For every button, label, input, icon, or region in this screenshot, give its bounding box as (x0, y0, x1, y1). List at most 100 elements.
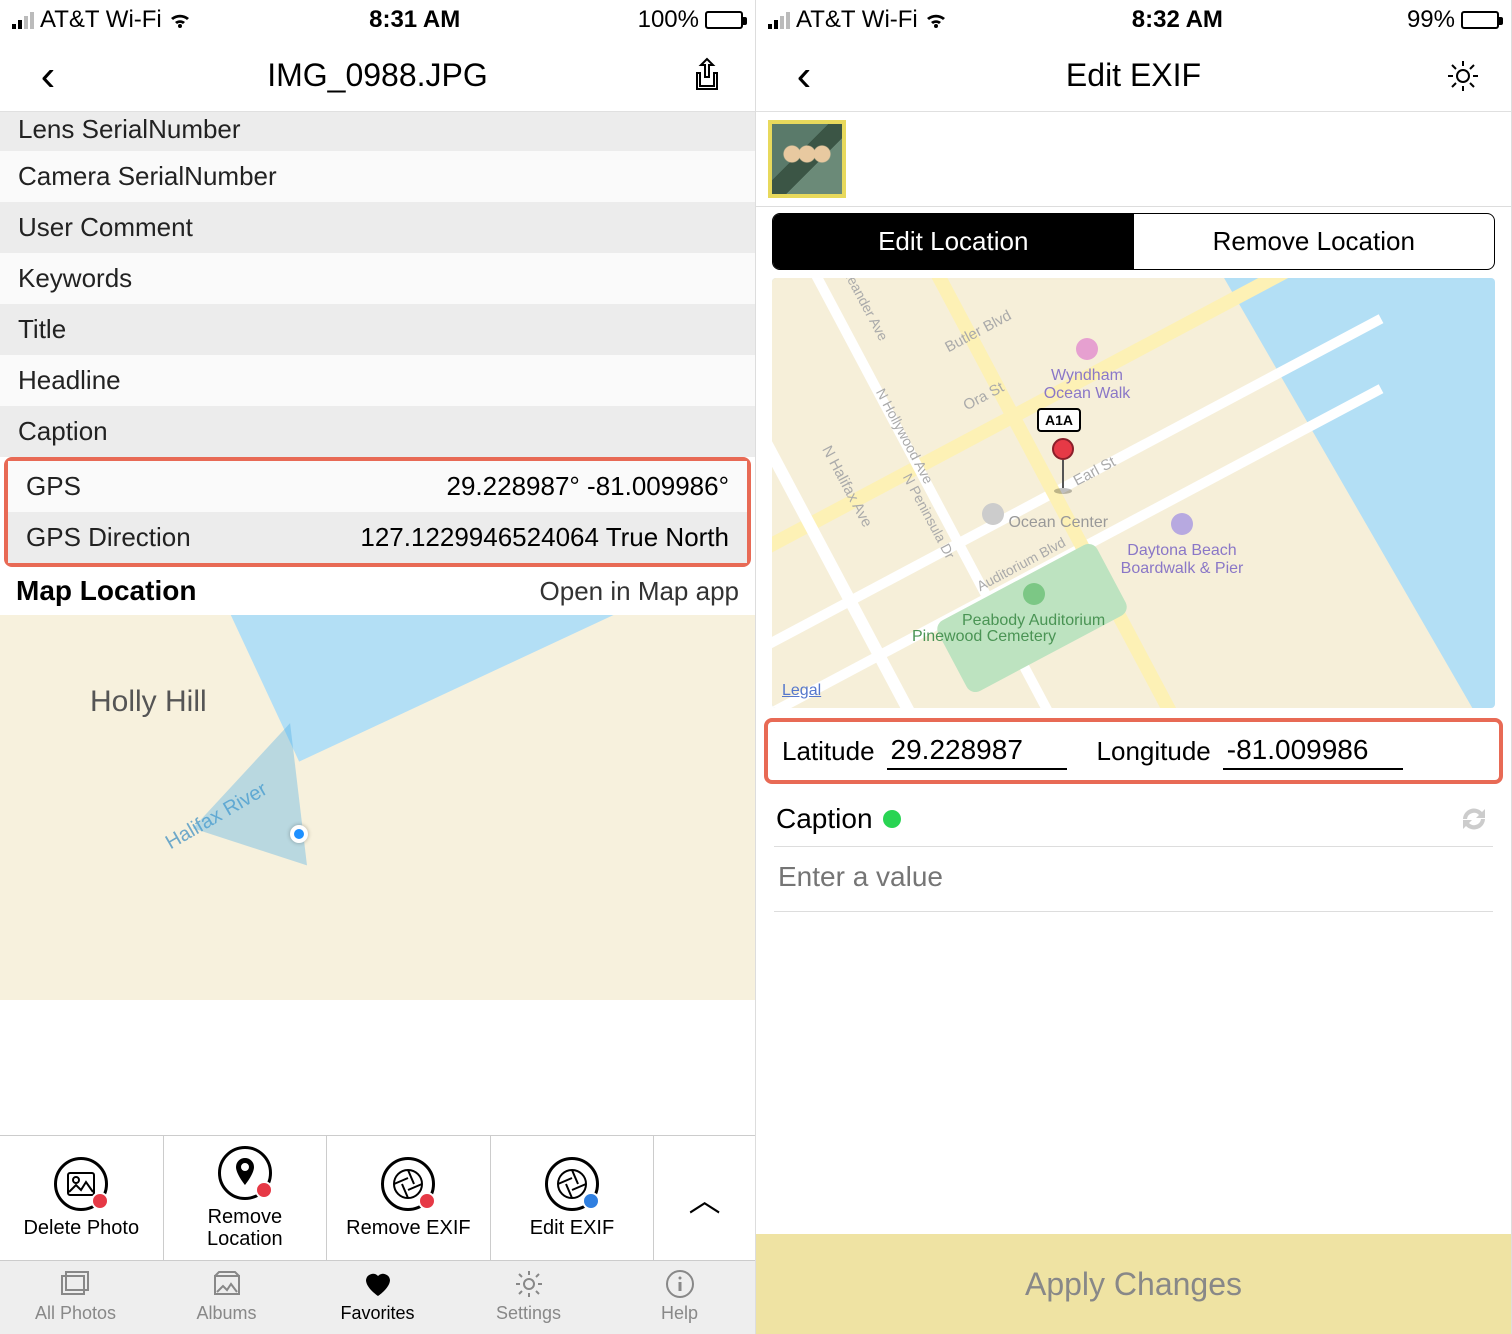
refresh-button[interactable] (1457, 802, 1491, 836)
carrier-label: AT&T Wi-Fi (40, 6, 162, 34)
row-camera-serial[interactable]: Camera SerialNumber (0, 151, 755, 202)
remove-exif-button[interactable]: Remove EXIF (327, 1136, 491, 1260)
poi-boardwalk: Daytona Beach Boardwalk & Pier (1117, 513, 1247, 578)
aperture-icon (545, 1157, 599, 1211)
cellular-signal-icon (768, 11, 790, 29)
share-icon (691, 57, 723, 95)
chevron-up-icon: ︿ (689, 1175, 721, 1221)
album-icon (210, 1269, 244, 1299)
row-gps-direction[interactable]: GPS Direction 127.1229946524064 True Nor… (8, 512, 747, 563)
gps-highlight-box: GPS 29.228987° -81.009986° GPS Direction… (4, 457, 751, 567)
tab-favorites[interactable]: Favorites (302, 1261, 453, 1334)
screen-image-detail: AT&T Wi-Fi 8:31 AM 100% ‹ IMG_0988.JPG L… (0, 0, 756, 1334)
map-location-title: Map Location (16, 575, 196, 607)
map-view[interactable]: Holly Hill Halifax River (0, 615, 755, 1000)
latitude-label: Latitude (782, 736, 875, 767)
gear-icon (1445, 58, 1481, 94)
apply-changes-button[interactable]: Apply Changes (756, 1234, 1511, 1334)
longitude-input[interactable] (1223, 732, 1403, 770)
row-keywords[interactable]: Keywords (0, 253, 755, 304)
row-user-comment[interactable]: User Comment (0, 202, 755, 253)
map-label-holly-hill: Holly Hill (90, 685, 207, 719)
row-title[interactable]: Title (0, 304, 755, 355)
row-gps[interactable]: GPS 29.228987° -81.009986° (8, 461, 747, 512)
lat-lng-highlight-box: Latitude Longitude (764, 718, 1503, 784)
refresh-icon (1457, 802, 1491, 836)
exif-list: Lens SerialNumber Camera SerialNumber Us… (0, 112, 755, 1135)
user-location-dot-icon (290, 825, 308, 843)
clock: 8:32 AM (1132, 6, 1223, 34)
status-bar: AT&T Wi-Fi 8:32 AM 99% (756, 0, 1511, 40)
back-button[interactable]: ‹ (774, 51, 834, 101)
battery-percent: 99% (1407, 6, 1455, 34)
poi-ocean-center: Ocean Center (982, 503, 1108, 532)
row-headline[interactable]: Headline (0, 355, 755, 406)
chevron-left-icon: ‹ (41, 51, 56, 101)
location-segmented-control: Edit Location Remove Location (772, 213, 1495, 270)
minus-badge-icon (91, 1192, 109, 1210)
row-caption[interactable]: Caption (0, 406, 755, 457)
latitude-input[interactable] (887, 732, 1067, 770)
open-in-maps-button[interactable]: Open in Map app (540, 576, 739, 607)
photo-thumbnail[interactable] (768, 120, 846, 198)
remove-location-button[interactable]: Remove Location (164, 1136, 328, 1260)
cellular-signal-icon (12, 11, 34, 29)
map-legal-link[interactable]: Legal (782, 682, 821, 700)
segment-edit-location[interactable]: Edit Location (773, 214, 1134, 269)
caption-input[interactable] (778, 861, 1489, 893)
edit-badge-icon (582, 1192, 600, 1210)
chevron-left-icon: ‹ (797, 51, 812, 101)
heart-icon (361, 1269, 395, 1299)
segment-remove-location[interactable]: Remove Location (1134, 214, 1495, 269)
stack-icon (59, 1269, 93, 1299)
tab-albums[interactable]: Albums (151, 1261, 302, 1334)
edit-location-map[interactable]: A1A Wyndham Ocean Walk Ocean Center Dayt… (772, 278, 1495, 708)
tab-settings[interactable]: Settings (453, 1261, 604, 1334)
longitude-label: Longitude (1097, 736, 1211, 767)
gps-direction-label: GPS Direction (26, 522, 191, 553)
pin-icon (218, 1146, 272, 1200)
status-dot-icon (883, 810, 901, 828)
delete-photo-button[interactable]: Delete Photo (0, 1136, 164, 1260)
action-toolbar: Delete Photo Remove Location Remove EXIF… (0, 1135, 755, 1260)
back-button[interactable]: ‹ (18, 51, 78, 101)
selected-photos-row (756, 112, 1511, 207)
expand-toolbar-button[interactable]: ︿ (654, 1136, 755, 1260)
gps-label: GPS (26, 471, 81, 502)
gps-direction-value: 127.1229946524064 True North (360, 522, 729, 553)
minus-badge-icon (255, 1181, 273, 1199)
poi-pinewood: Pinewood Cemetery (912, 628, 1056, 646)
clock: 8:31 AM (369, 6, 460, 34)
screen-edit-exif: AT&T Wi-Fi 8:32 AM 99% ‹ Edit EXIF Edit … (756, 0, 1512, 1334)
caption-field-row (774, 846, 1493, 912)
status-bar: AT&T Wi-Fi 8:31 AM 100% (0, 0, 755, 40)
gps-value: 29.228987° -81.009986° (447, 471, 729, 502)
wifi-icon (924, 10, 948, 30)
route-shield: A1A (1037, 408, 1081, 432)
caption-label: Caption (776, 803, 873, 834)
battery-icon (705, 11, 743, 29)
page-title: Edit EXIF (834, 57, 1433, 94)
photo-icon (54, 1157, 108, 1211)
tab-bar: All Photos Albums Favorites Settings Hel… (0, 1260, 755, 1334)
carrier-label: AT&T Wi-Fi (796, 6, 918, 34)
tab-help[interactable]: Help (604, 1261, 755, 1334)
minus-badge-icon (418, 1192, 436, 1210)
gear-icon (512, 1269, 546, 1299)
tab-all-photos[interactable]: All Photos (0, 1261, 151, 1334)
page-title: IMG_0988.JPG (78, 57, 677, 94)
wifi-icon (168, 10, 192, 30)
map-section-header: Map Location Open in Map app (0, 567, 755, 615)
aperture-icon (381, 1157, 435, 1211)
info-icon (663, 1269, 697, 1299)
battery-percent: 100% (638, 6, 699, 34)
nav-bar: ‹ IMG_0988.JPG (0, 40, 755, 112)
poi-wyndham: Wyndham Ocean Walk (1032, 338, 1142, 403)
row-lens-serial[interactable]: Lens SerialNumber (0, 112, 755, 151)
share-button[interactable] (677, 57, 737, 95)
nav-bar: ‹ Edit EXIF (756, 40, 1511, 112)
settings-button[interactable] (1433, 58, 1493, 94)
map-pin-icon[interactable] (1052, 438, 1074, 494)
edit-exif-button[interactable]: Edit EXIF (491, 1136, 655, 1260)
caption-section-header: Caption (756, 784, 1511, 842)
